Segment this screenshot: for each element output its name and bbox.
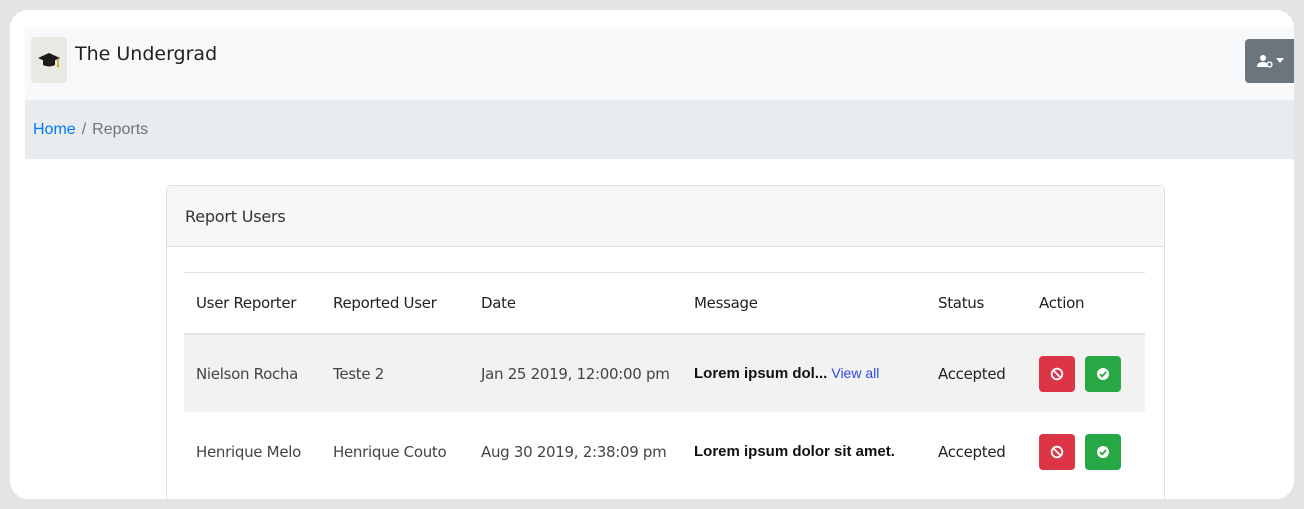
ban-icon (1050, 367, 1064, 380)
user-gear-icon (1256, 55, 1273, 68)
col-date: Date (469, 272, 682, 335)
ban-icon (1050, 445, 1064, 458)
check-circle-icon (1097, 445, 1110, 458)
cell-reporter: Nielson Rocha (184, 334, 321, 413)
cell-actions (1027, 334, 1145, 413)
reject-button[interactable] (1039, 355, 1075, 392)
col-user-reporter: User Reporter (184, 272, 321, 335)
col-reported-user: Reported User (321, 272, 469, 335)
view-all-link[interactable]: View all (831, 365, 879, 381)
reject-button[interactable] (1039, 433, 1075, 470)
reports-table: User Reporter Reported User Date Message… (184, 272, 1145, 491)
accept-button[interactable] (1085, 433, 1122, 470)
breadcrumb-separator: / (81, 120, 87, 138)
report-users-card: Report Users User Reporter Reported User… (166, 185, 1165, 499)
user-menu-button[interactable] (1245, 39, 1294, 83)
cell-message: Lorem ipsum dolor sit amet. (682, 412, 926, 491)
cell-status: Accepted (926, 334, 1027, 413)
message-text: Lorem ipsum dol... (694, 365, 828, 382)
cell-reported: Henrique Couto (321, 412, 469, 491)
brand-logo[interactable] (31, 37, 67, 83)
card-title: Report Users (167, 186, 1164, 247)
cell-date: Aug 30 2019, 2:38:09 pm (469, 412, 682, 491)
cell-date: Jan 25 2019, 12:00:00 pm (469, 334, 682, 413)
table-header-row: User Reporter Reported User Date Message… (184, 272, 1145, 335)
app-frame: The Undergrad Home / Reports Report User… (10, 10, 1294, 499)
cell-status: Accepted (926, 412, 1027, 491)
breadcrumb-home-link[interactable]: Home (33, 121, 76, 139)
col-action: Action (1027, 272, 1145, 335)
navbar: The Undergrad (25, 27, 1294, 100)
graduation-cap-icon (38, 53, 60, 68)
cell-actions (1027, 412, 1145, 491)
breadcrumb-current: Reports (92, 120, 149, 138)
accept-button[interactable] (1085, 355, 1122, 392)
table-row: Henrique Melo Henrique Couto Aug 30 2019… (184, 412, 1145, 491)
caret-down-icon (1275, 58, 1284, 63)
col-status: Status (926, 272, 1027, 335)
col-message: Message (682, 272, 926, 335)
table-row: Nielson Rocha Teste 2 Jan 25 2019, 12:00… (184, 334, 1145, 413)
cell-reporter: Henrique Melo (184, 412, 321, 491)
cell-reported: Teste 2 (321, 334, 469, 413)
check-circle-icon (1097, 367, 1110, 380)
brand-name[interactable]: The Undergrad (75, 43, 217, 65)
cell-message: Lorem ipsum dol... View all (682, 334, 926, 413)
breadcrumb: Home / Reports (25, 100, 1294, 159)
